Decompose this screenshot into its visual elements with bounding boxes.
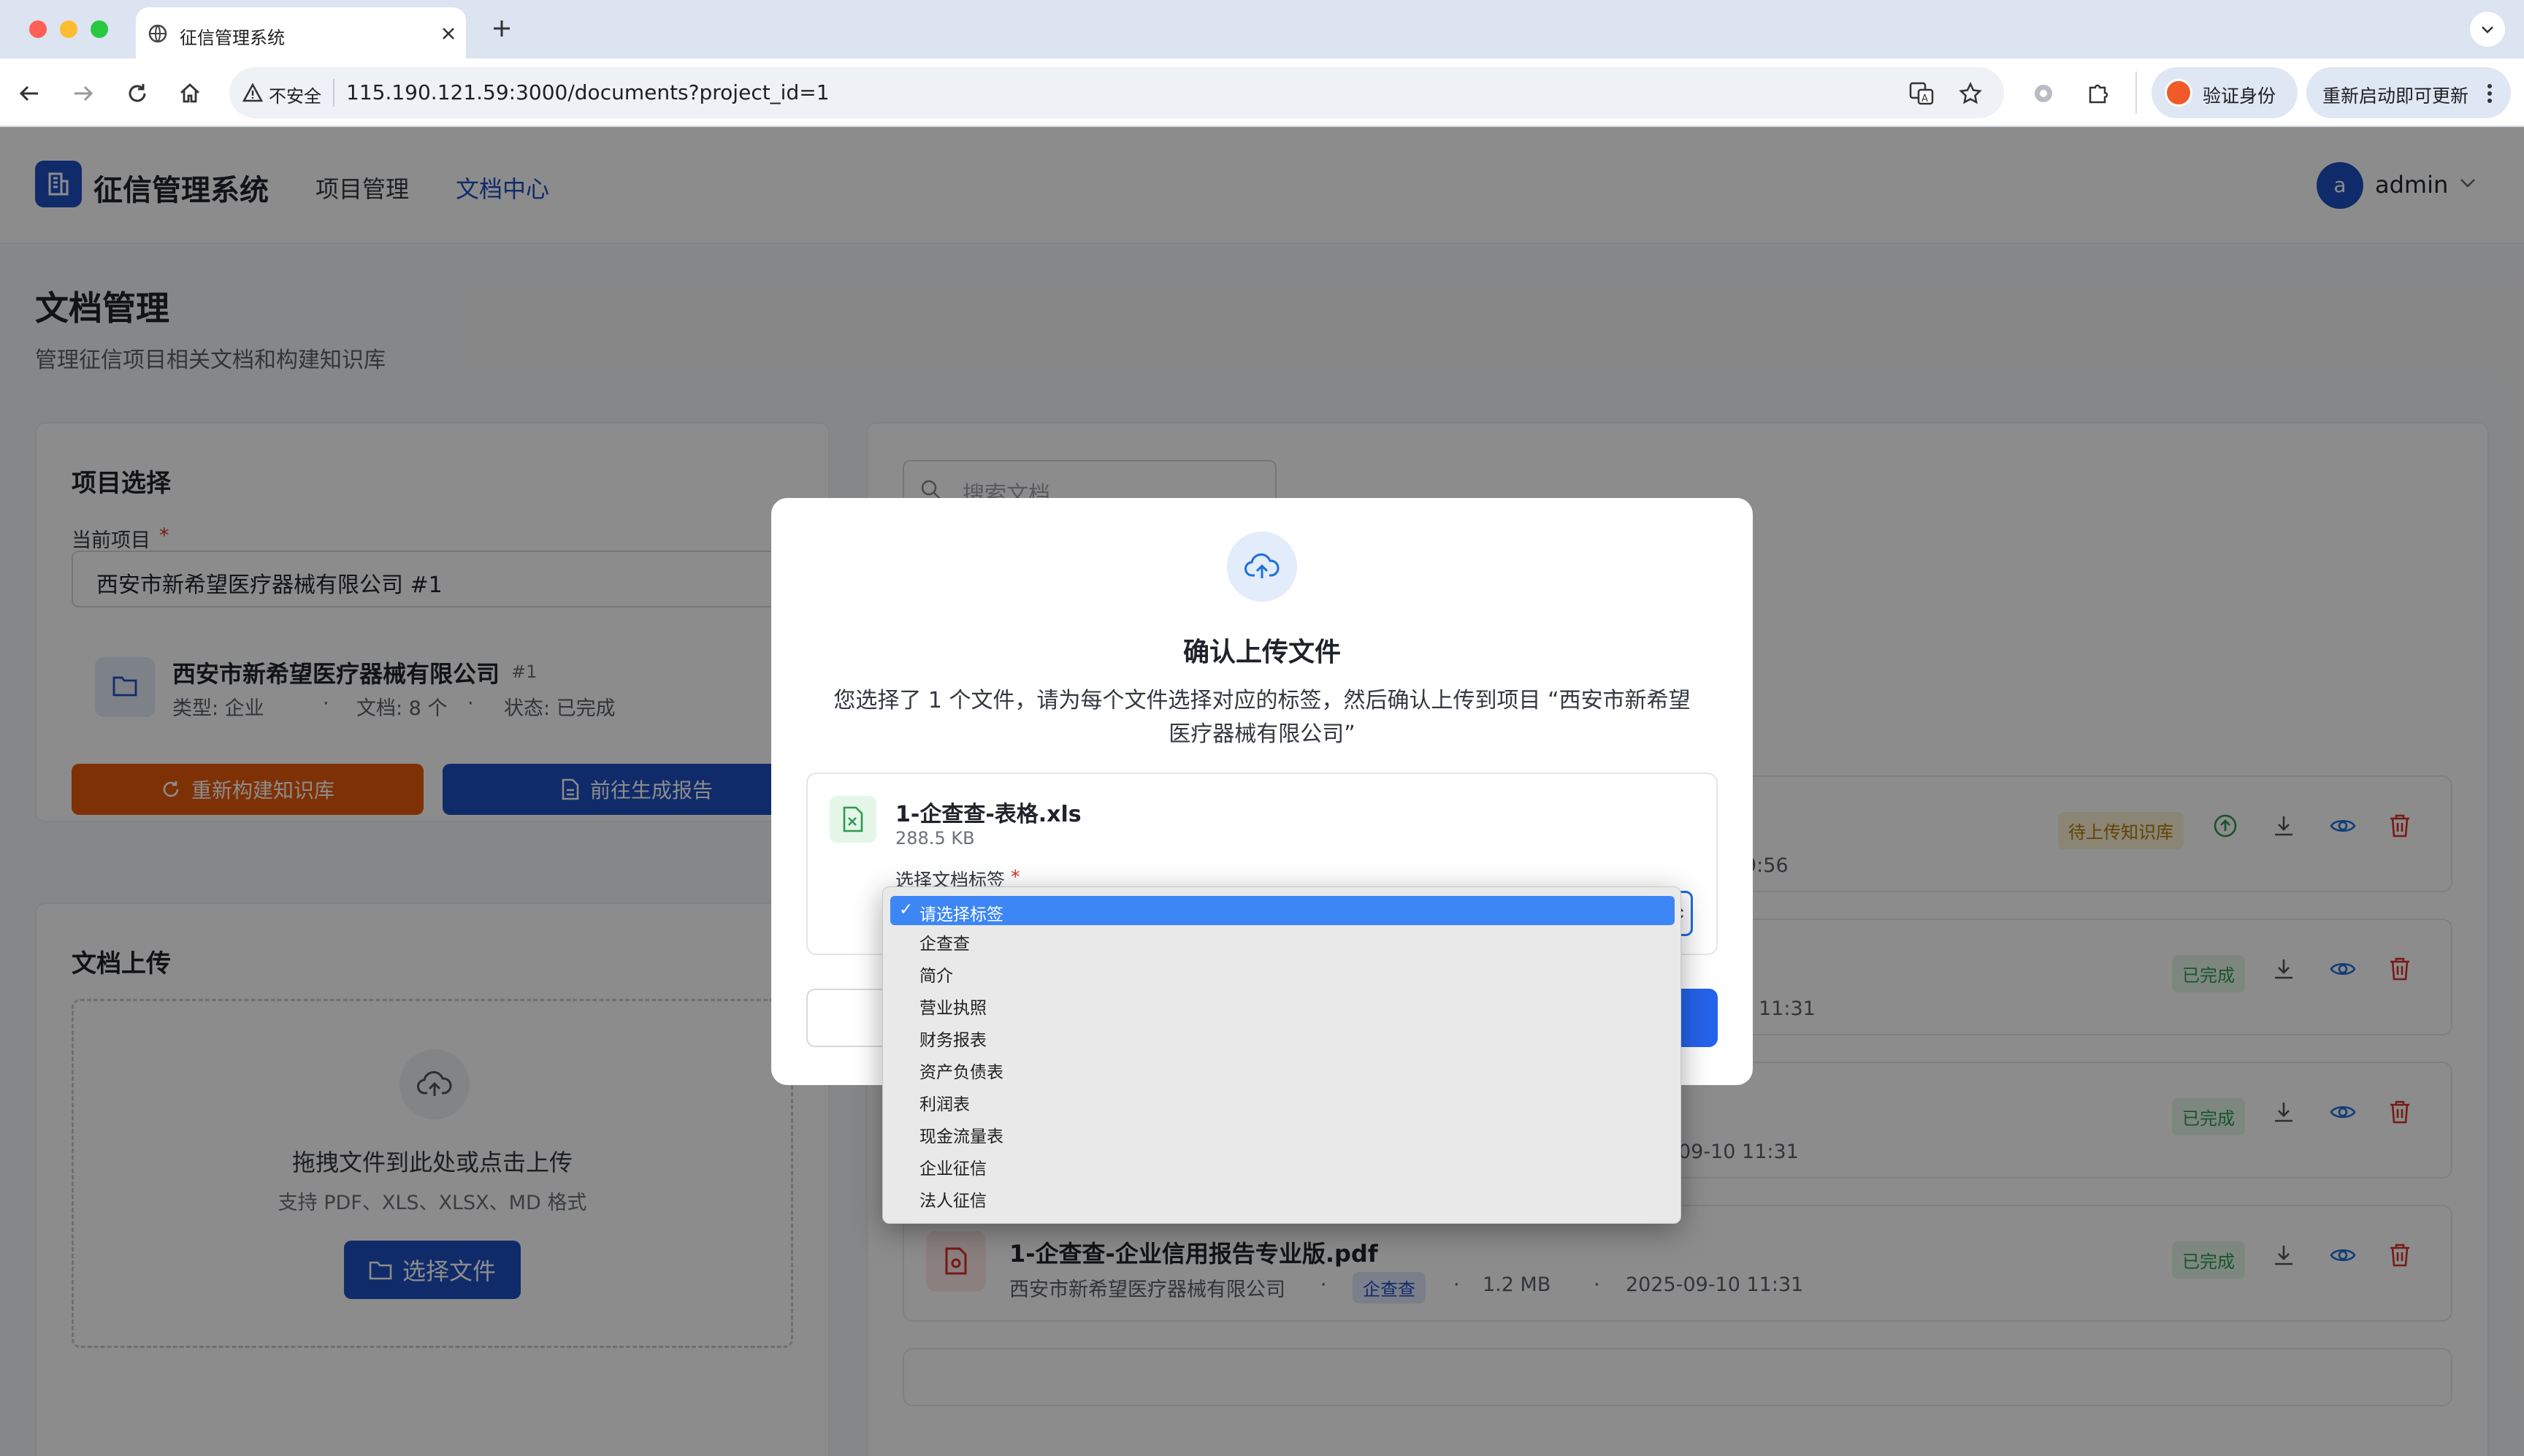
reload-icon[interactable]: [126, 82, 149, 105]
dialog-description-line1: 您选择了 1 个文件，请为每个文件选择对应的标签，然后确认上传到项目 “西安市新…: [833, 688, 1691, 713]
dropdown-selected-label: 请选择标签: [919, 905, 1003, 924]
browser-tab[interactable]: 征信管理系统: [136, 7, 466, 58]
url-text: 115.190.121.59:3000/documents?project_id…: [346, 80, 830, 104]
browser-tab-bar: 征信管理系统: [0, 0, 2524, 58]
required-mark: *: [1011, 866, 1020, 887]
restart-label: 重新启动即可更新: [2322, 85, 2469, 107]
cloud-upload-icon: [1244, 553, 1280, 578]
dialog-title: 确认上传文件: [1182, 637, 1341, 667]
tab-search-button[interactable]: [2470, 12, 2505, 47]
back-arrow-icon[interactable]: [18, 82, 41, 105]
translate-icon[interactable]: A: [1909, 82, 1934, 105]
avatar: [2165, 79, 2192, 107]
extensions-puzzle-icon[interactable]: [2086, 80, 2111, 105]
dialog-description-line2: 医疗器械有限公司”: [1169, 721, 1355, 747]
verify-label: 验证身份: [2203, 85, 2276, 107]
warning-icon: [242, 83, 263, 102]
address-bar[interactable]: 不安全 115.190.121.59:3000/documents?projec…: [229, 67, 2004, 118]
bookmark-star-icon[interactable]: [1959, 82, 1982, 105]
browser-toolbar: 不安全 115.190.121.59:3000/documents?projec…: [0, 58, 2524, 127]
close-window-button[interactable]: [29, 20, 47, 38]
dropdown-option[interactable]: 简介: [919, 960, 953, 992]
dropdown-option[interactable]: 财务报表: [919, 1024, 987, 1057]
excel-file-badge: [830, 796, 876, 843]
excel-file-icon: [843, 806, 863, 832]
file-name: 1-企查查-表格.xls: [895, 802, 1082, 827]
dropdown-option[interactable]: 企业征信: [919, 1153, 987, 1185]
tab-title: 征信管理系统: [180, 28, 285, 48]
dialog-icon-badge: [1227, 532, 1297, 602]
svg-text:A: A: [1921, 93, 1928, 104]
dropdown-option[interactable]: 利润表: [919, 1089, 970, 1121]
dropdown-option[interactable]: 法人征信: [919, 1185, 987, 1217]
maximize-window-button[interactable]: [91, 20, 108, 38]
minimize-window-button[interactable]: [60, 20, 77, 38]
dropdown-option[interactable]: 企查查: [919, 928, 970, 960]
dropdown-option[interactable]: 营业执照: [919, 992, 987, 1024]
new-tab-icon[interactable]: [491, 18, 513, 39]
chevron-down-icon: [2482, 26, 2493, 34]
restart-update-button[interactable]: 重新启动即可更新: [2306, 67, 2511, 118]
dropdown-option[interactable]: 资产负债表: [919, 1057, 1003, 1089]
insecure-label: 不安全: [269, 86, 321, 107]
dropdown-option[interactable]: 现金流量表: [919, 1121, 1003, 1153]
tag-dropdown-list: ✓ 请选择标签 企查查 简介 营业执照 财务报表 资产负债表 利润表 现金流量表…: [882, 886, 1681, 1224]
more-vert-icon: [2487, 84, 2492, 103]
close-tab-icon[interactable]: [441, 26, 456, 41]
home-icon[interactable]: [178, 82, 202, 105]
checkmark-icon: ✓: [899, 900, 914, 919]
extension-gear-icon[interactable]: [2032, 82, 2055, 105]
file-size: 288.5 KB: [895, 828, 975, 848]
globe-icon: [148, 24, 167, 43]
forward-arrow-icon[interactable]: [72, 82, 95, 105]
verify-identity-button[interactable]: 验证身份: [2152, 67, 2298, 118]
dropdown-option-selected[interactable]: ✓ 请选择标签: [890, 896, 1675, 925]
